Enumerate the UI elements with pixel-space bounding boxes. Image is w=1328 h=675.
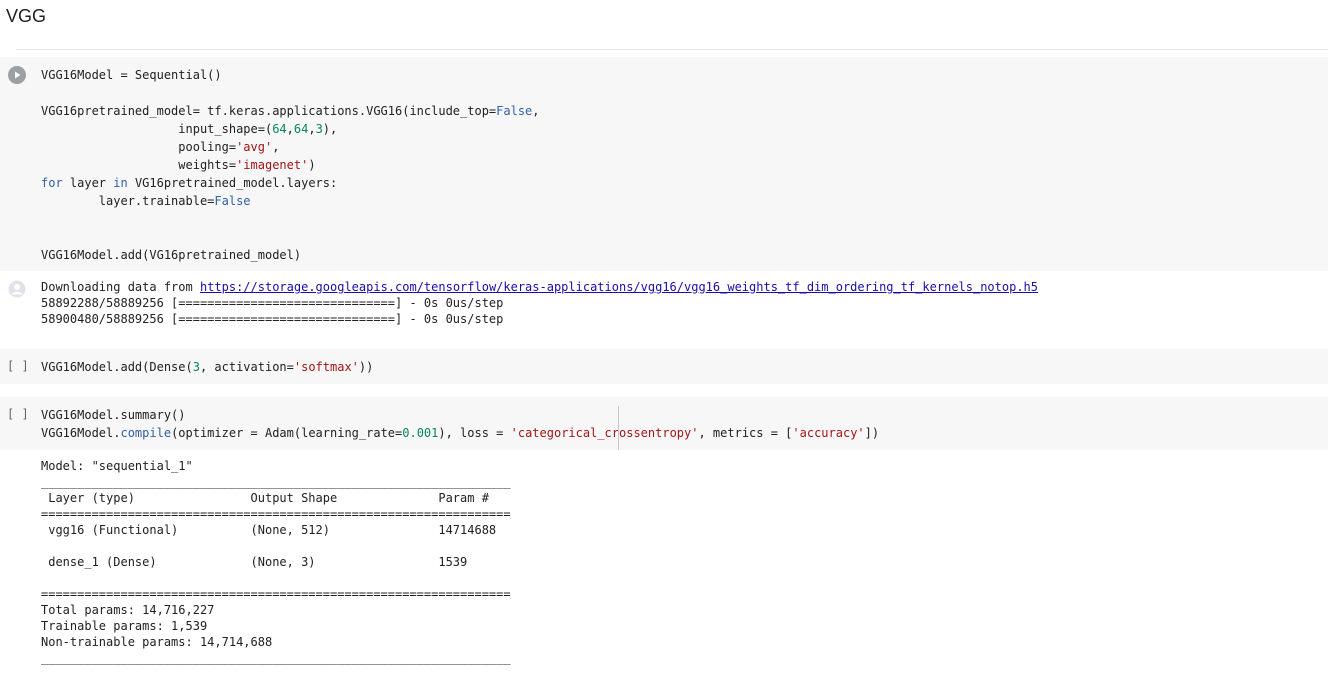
code-line: pooling='avg', — [41, 138, 540, 156]
code-token: VGG16Model.summary() — [41, 408, 186, 422]
code-token: 'categorical_crossentropy' — [510, 426, 699, 440]
download-link[interactable]: https://storage.googleapis.com/tensorflo… — [200, 280, 1038, 294]
code-line: VGG16Model.summary() — [41, 406, 879, 424]
code-line: input_shape=(64,64,3), — [41, 120, 540, 138]
summary-line: ________________________________________… — [41, 475, 511, 489]
code-editor-3[interactable]: VGG16Model.summary() VGG16Model.compile(o… — [41, 406, 879, 442]
cell-1-output: Downloading data from https://storage.go… — [41, 279, 1038, 327]
code-token: VGG16pretrained_model= tf.keras.applicat… — [41, 104, 497, 118]
code-editor-1[interactable]: VGG16Model = Sequential() VGG16pretrained… — [41, 66, 540, 264]
output-icon — [8, 280, 26, 298]
code-token: for — [41, 176, 63, 190]
code-token: weights= — [41, 158, 237, 172]
code-token: 3 — [315, 122, 323, 136]
code-token: pooling= — [41, 140, 237, 154]
code-token: , metrics = [ — [698, 426, 793, 440]
summary-line: Trainable params: 1,539 — [41, 619, 208, 633]
summary-line: Non-trainable params: 14,714,688 — [41, 635, 273, 649]
code-token: 'softmax' — [293, 360, 359, 374]
model-summary-output: Model: "sequential_1" ___________________… — [41, 458, 511, 666]
code-token: False — [214, 194, 251, 208]
code-token: 'avg' — [236, 140, 273, 154]
summary-line: vgg16 (Functional) (None, 512) 14714688 — [41, 523, 511, 537]
progress-line: 58892288/58889256 [=====================… — [41, 296, 504, 310]
progress-line: 58900480/58889256 [=====================… — [41, 312, 504, 326]
download-text: Downloading data from — [41, 280, 200, 294]
code-token: , — [532, 104, 540, 118]
code-token: 0.001 — [402, 426, 439, 440]
code-token: 'accuracy' — [792, 426, 865, 440]
section-heading: VGG — [6, 6, 47, 26]
cell-2-run-indicator[interactable]: [ ] — [7, 359, 29, 373]
code-token: compile — [120, 426, 172, 440]
summary-line: dense_1 (Dense) (None, 3) 1539 — [41, 555, 511, 569]
code-token: ), loss = — [438, 426, 511, 440]
code-line: layer.trainable=False — [41, 192, 540, 210]
code-token: VGG16Model. — [41, 426, 121, 440]
cell-3-run-indicator[interactable]: [ ] — [7, 407, 29, 421]
code-token: ]) — [864, 426, 880, 440]
code-token: VGG16Model.add(VG16pretrained_model) — [41, 248, 302, 262]
summary-line: ________________________________________… — [41, 651, 511, 665]
code-token: 64 — [293, 122, 309, 136]
summary-line: Total params: 14,716,227 — [41, 603, 215, 617]
code-line: VGG16Model.add(VG16pretrained_model) — [41, 246, 540, 264]
code-token: , — [272, 140, 280, 154]
code-line: VGG16pretrained_model= tf.keras.applicat… — [41, 102, 540, 120]
code-token: , — [286, 122, 294, 136]
code-line: VGG16Model.add(Dense(3, activation='soft… — [41, 358, 373, 376]
run-button[interactable] — [8, 66, 26, 84]
code-token: VGG16Model.add(Dense( — [41, 360, 193, 374]
code-token: ) — [308, 158, 316, 172]
section-divider — [16, 49, 1328, 50]
summary-line: ========================================… — [41, 587, 511, 601]
code-line: VGG16Model.compile(optimizer = Adam(lear… — [41, 424, 879, 442]
summary-line — [41, 570, 511, 586]
summary-line: ========================================… — [41, 507, 511, 521]
code-token: False — [496, 104, 533, 118]
code-token: 'imagenet' — [236, 158, 309, 172]
code-line: VGG16Model = Sequential() — [41, 66, 540, 84]
code-token: 3 — [192, 360, 200, 374]
summary-line: Model: "sequential_1" — [41, 459, 193, 473]
code-line: weights='imagenet') — [41, 156, 540, 174]
code-token: VG16pretrained_model.layers: — [127, 176, 338, 190]
play-icon — [15, 71, 21, 79]
code-line: for layer in VG16pretrained_model.layers… — [41, 174, 540, 192]
code-token: layer.trainable= — [41, 194, 215, 208]
code-token: input_shape=( — [41, 122, 273, 136]
code-token: (optimizer = Adam(learning_rate= — [171, 426, 403, 440]
code-token: , activation= — [199, 360, 294, 374]
code-editor-2[interactable]: VGG16Model.add(Dense(3, activation='soft… — [41, 358, 373, 376]
code-token: VGG16Model = Sequential() — [41, 68, 222, 82]
code-token: , — [308, 122, 316, 136]
code-token: in — [113, 176, 128, 190]
code-token: 64 — [272, 122, 287, 136]
text-cursor — [618, 406, 619, 450]
code-token: ), — [322, 122, 338, 136]
summary-line: Layer (type) Output Shape Param # — [41, 491, 511, 505]
summary-line — [41, 538, 511, 554]
code-token: layer — [62, 176, 114, 190]
code-token: )) — [358, 360, 374, 374]
